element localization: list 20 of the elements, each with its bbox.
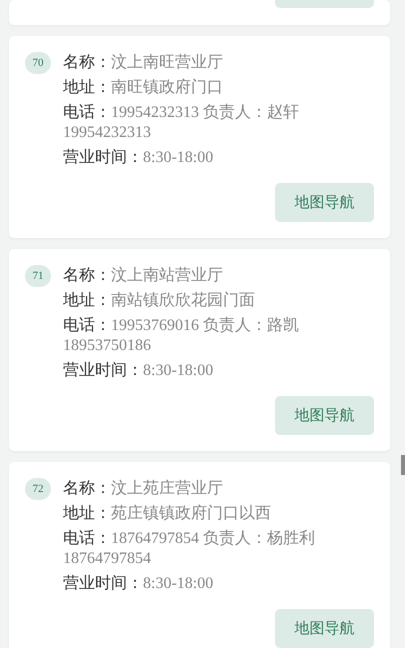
number-badge: 71 [25,265,51,287]
number-badge: 70 [25,52,51,74]
info-line: 营业时间：8:30-18:00 [63,573,214,593]
info-line: 营业时间：8:30-18:00 [63,147,214,167]
info-line: 营业时间：8:30-18:00 [63,360,214,380]
number-badge: 72 [25,478,51,500]
info-line: 电话：19953769016 负责人：路凯 18953750186 [63,315,300,355]
map-navigation-button[interactable] [275,0,374,8]
info-line: 地址：苑庄镇镇政府门口以西 [63,503,272,523]
scrollbar-thumb[interactable] [401,455,405,475]
map-navigation-button[interactable]: 地图导航 [275,396,374,435]
info-line: 地址：南旺镇政府门口 [63,77,224,97]
map-navigation-button[interactable]: 地图导航 [275,609,374,648]
info-line: 地址：南站镇欣欣花园门面 [63,290,256,310]
info-line: 电话：19954232313 负责人：赵轩 19954232313 [63,102,300,142]
map-navigation-button[interactable]: 地图导航 [275,183,374,222]
info-line: 名称：汶上南旺营业厅 [63,52,224,72]
info-line: 名称：汶上南站营业厅 [63,265,224,285]
info-line: 电话：18764797854 负责人：杨胜利 18764797854 [63,528,316,568]
info-line: 名称：汶上苑庄营业厅 [63,478,224,498]
